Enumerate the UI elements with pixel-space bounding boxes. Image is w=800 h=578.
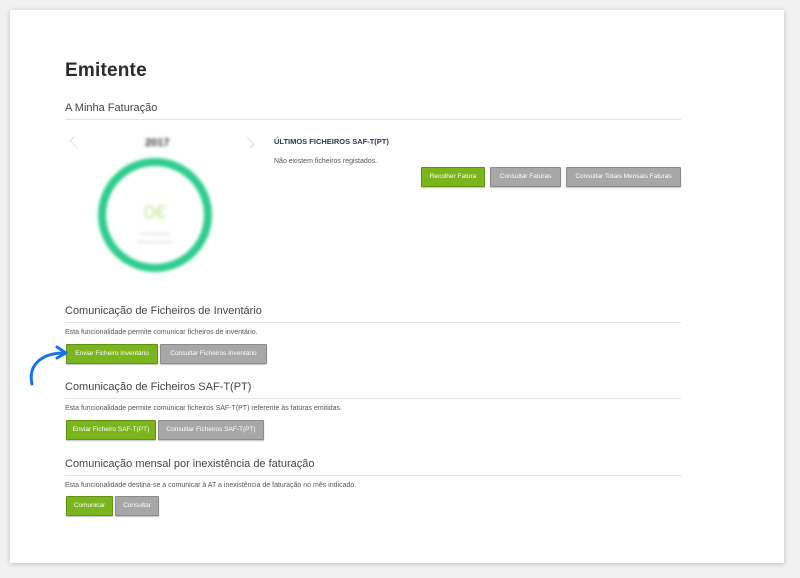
billing-gauge: 0€ Ver documentos Faturas por emissor [98, 158, 212, 272]
divider [65, 119, 681, 120]
main-card [10, 10, 784, 563]
communicate-button[interactable]: Comunicar [66, 496, 113, 516]
collect-invoice-button[interactable]: Recolher Fatura [421, 167, 485, 187]
send-saft-button[interactable]: Enviar Ficheiro SAF-T(PT) [66, 420, 156, 440]
saft-files-title: ÚLTIMOS FICHEIROS SAF-T(PT) [274, 137, 389, 146]
monthly-section-title: Comunicação mensal por inexistência de f… [65, 458, 315, 470]
monthly-description: Esta funcionalidade destina-se a comunic… [65, 482, 357, 489]
gauge-label-1: Ver documentos [140, 231, 170, 236]
saft-description: Esta funcionalidade permite comunicar fi… [65, 405, 343, 412]
inventory-description: Esta funcionalidade permite comunicar fi… [65, 329, 258, 336]
monthly-totals-button[interactable]: Consultar Totais Mensais Faturas [566, 167, 681, 187]
divider [65, 322, 681, 323]
page-title: Emitente [65, 60, 147, 81]
consult-monthly-button[interactable]: Consultar [115, 496, 159, 516]
year-label: 2017 [145, 137, 170, 149]
no-files-text: Não existem ficheiros registados. [274, 158, 378, 165]
inventory-section-title: Comunicação de Ficheiros de Inventário [65, 305, 262, 317]
divider [65, 475, 681, 476]
divider [65, 398, 681, 399]
consult-invoices-button[interactable]: Consultar Faturas [490, 167, 561, 187]
curved-arrow-icon [29, 345, 68, 386]
saft-section-title: Comunicação de Ficheiros SAF-T(PT) [65, 381, 252, 393]
consult-saft-button[interactable]: Consultar Ficheiros SAF-T(PT) [158, 420, 264, 440]
send-inventory-button[interactable]: Enviar Ficheiro Inventário [66, 344, 158, 364]
consult-inventory-button[interactable]: Consultar Ficheiros Inventário [160, 344, 267, 364]
gauge-amount: 0€ [143, 202, 167, 224]
gauge-label-2: Faturas por emissor [137, 239, 173, 244]
billing-section-title: A Minha Faturação [65, 102, 158, 114]
